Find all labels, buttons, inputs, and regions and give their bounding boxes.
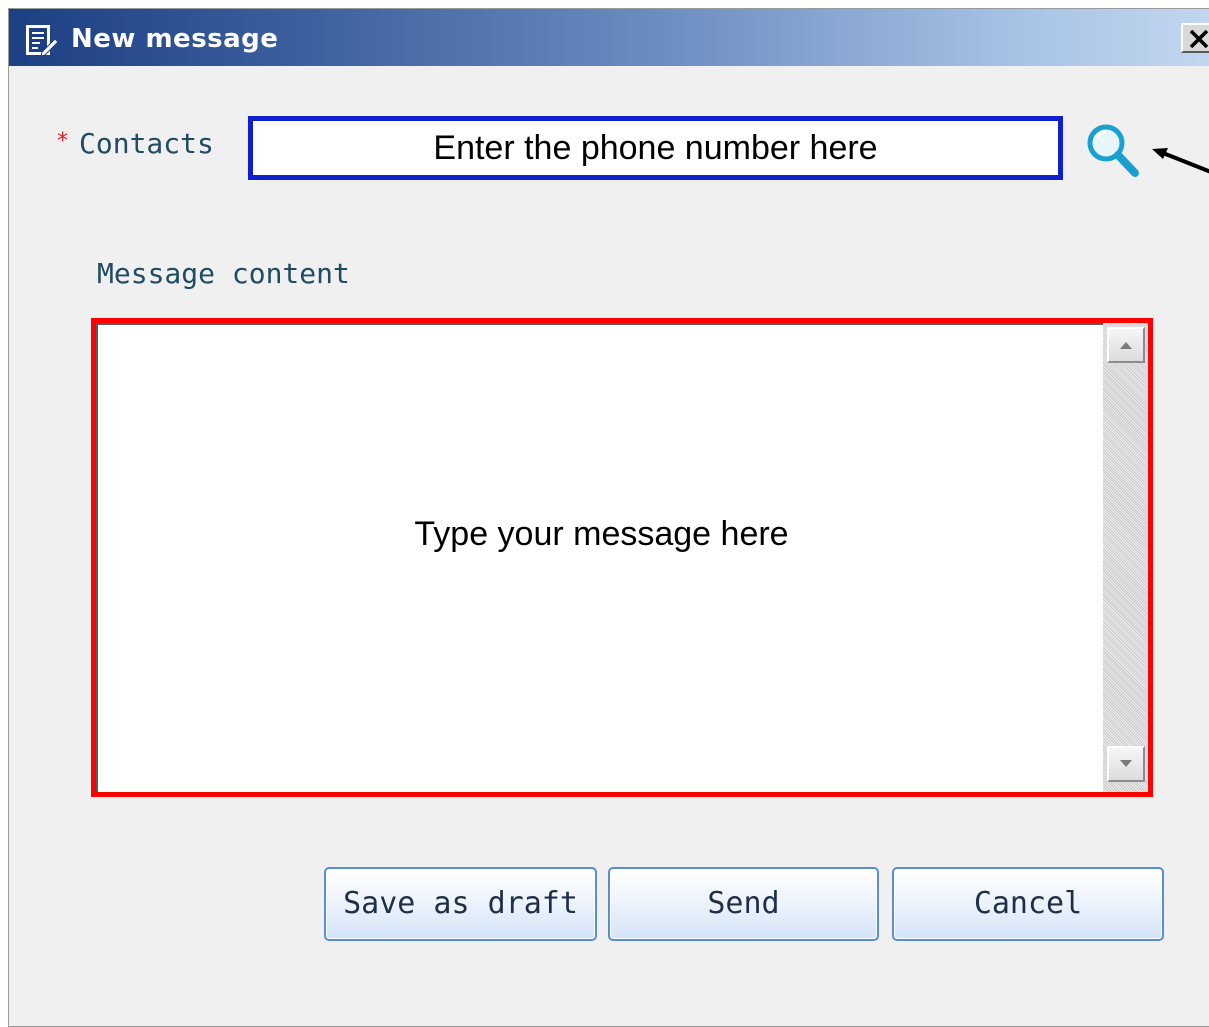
send-button[interactable]: Send <box>608 867 879 941</box>
close-icon <box>1189 29 1209 49</box>
contacts-phone-input[interactable] <box>248 116 1063 180</box>
arrow-down-icon <box>1120 760 1132 767</box>
message-content-frame: Type your message here <box>91 318 1153 797</box>
titlebar: New message <box>9 9 1209 66</box>
arrow-up-icon <box>1120 342 1132 349</box>
close-button[interactable] <box>1181 23 1209 53</box>
message-placeholder: Type your message here <box>414 515 789 553</box>
compose-document-icon <box>26 25 59 57</box>
window-title: New message <box>71 24 279 54</box>
pointer-arrow-icon <box>1152 148 1209 174</box>
scroll-up-button[interactable] <box>1107 327 1145 363</box>
search-icon[interactable] <box>1079 117 1149 187</box>
message-scrollbar[interactable] <box>1103 323 1148 792</box>
save-as-draft-button[interactable]: Save as draft <box>324 867 597 941</box>
message-textarea[interactable]: Type your message here <box>96 323 1103 792</box>
required-marker: * <box>56 129 70 154</box>
message-content-label: Message content <box>97 257 350 290</box>
new-message-dialog: New message * Contacts Message content T… <box>8 8 1209 1027</box>
scroll-down-button[interactable] <box>1107 746 1145 782</box>
cancel-button[interactable]: Cancel <box>892 867 1164 941</box>
contacts-label: Contacts <box>79 127 214 160</box>
